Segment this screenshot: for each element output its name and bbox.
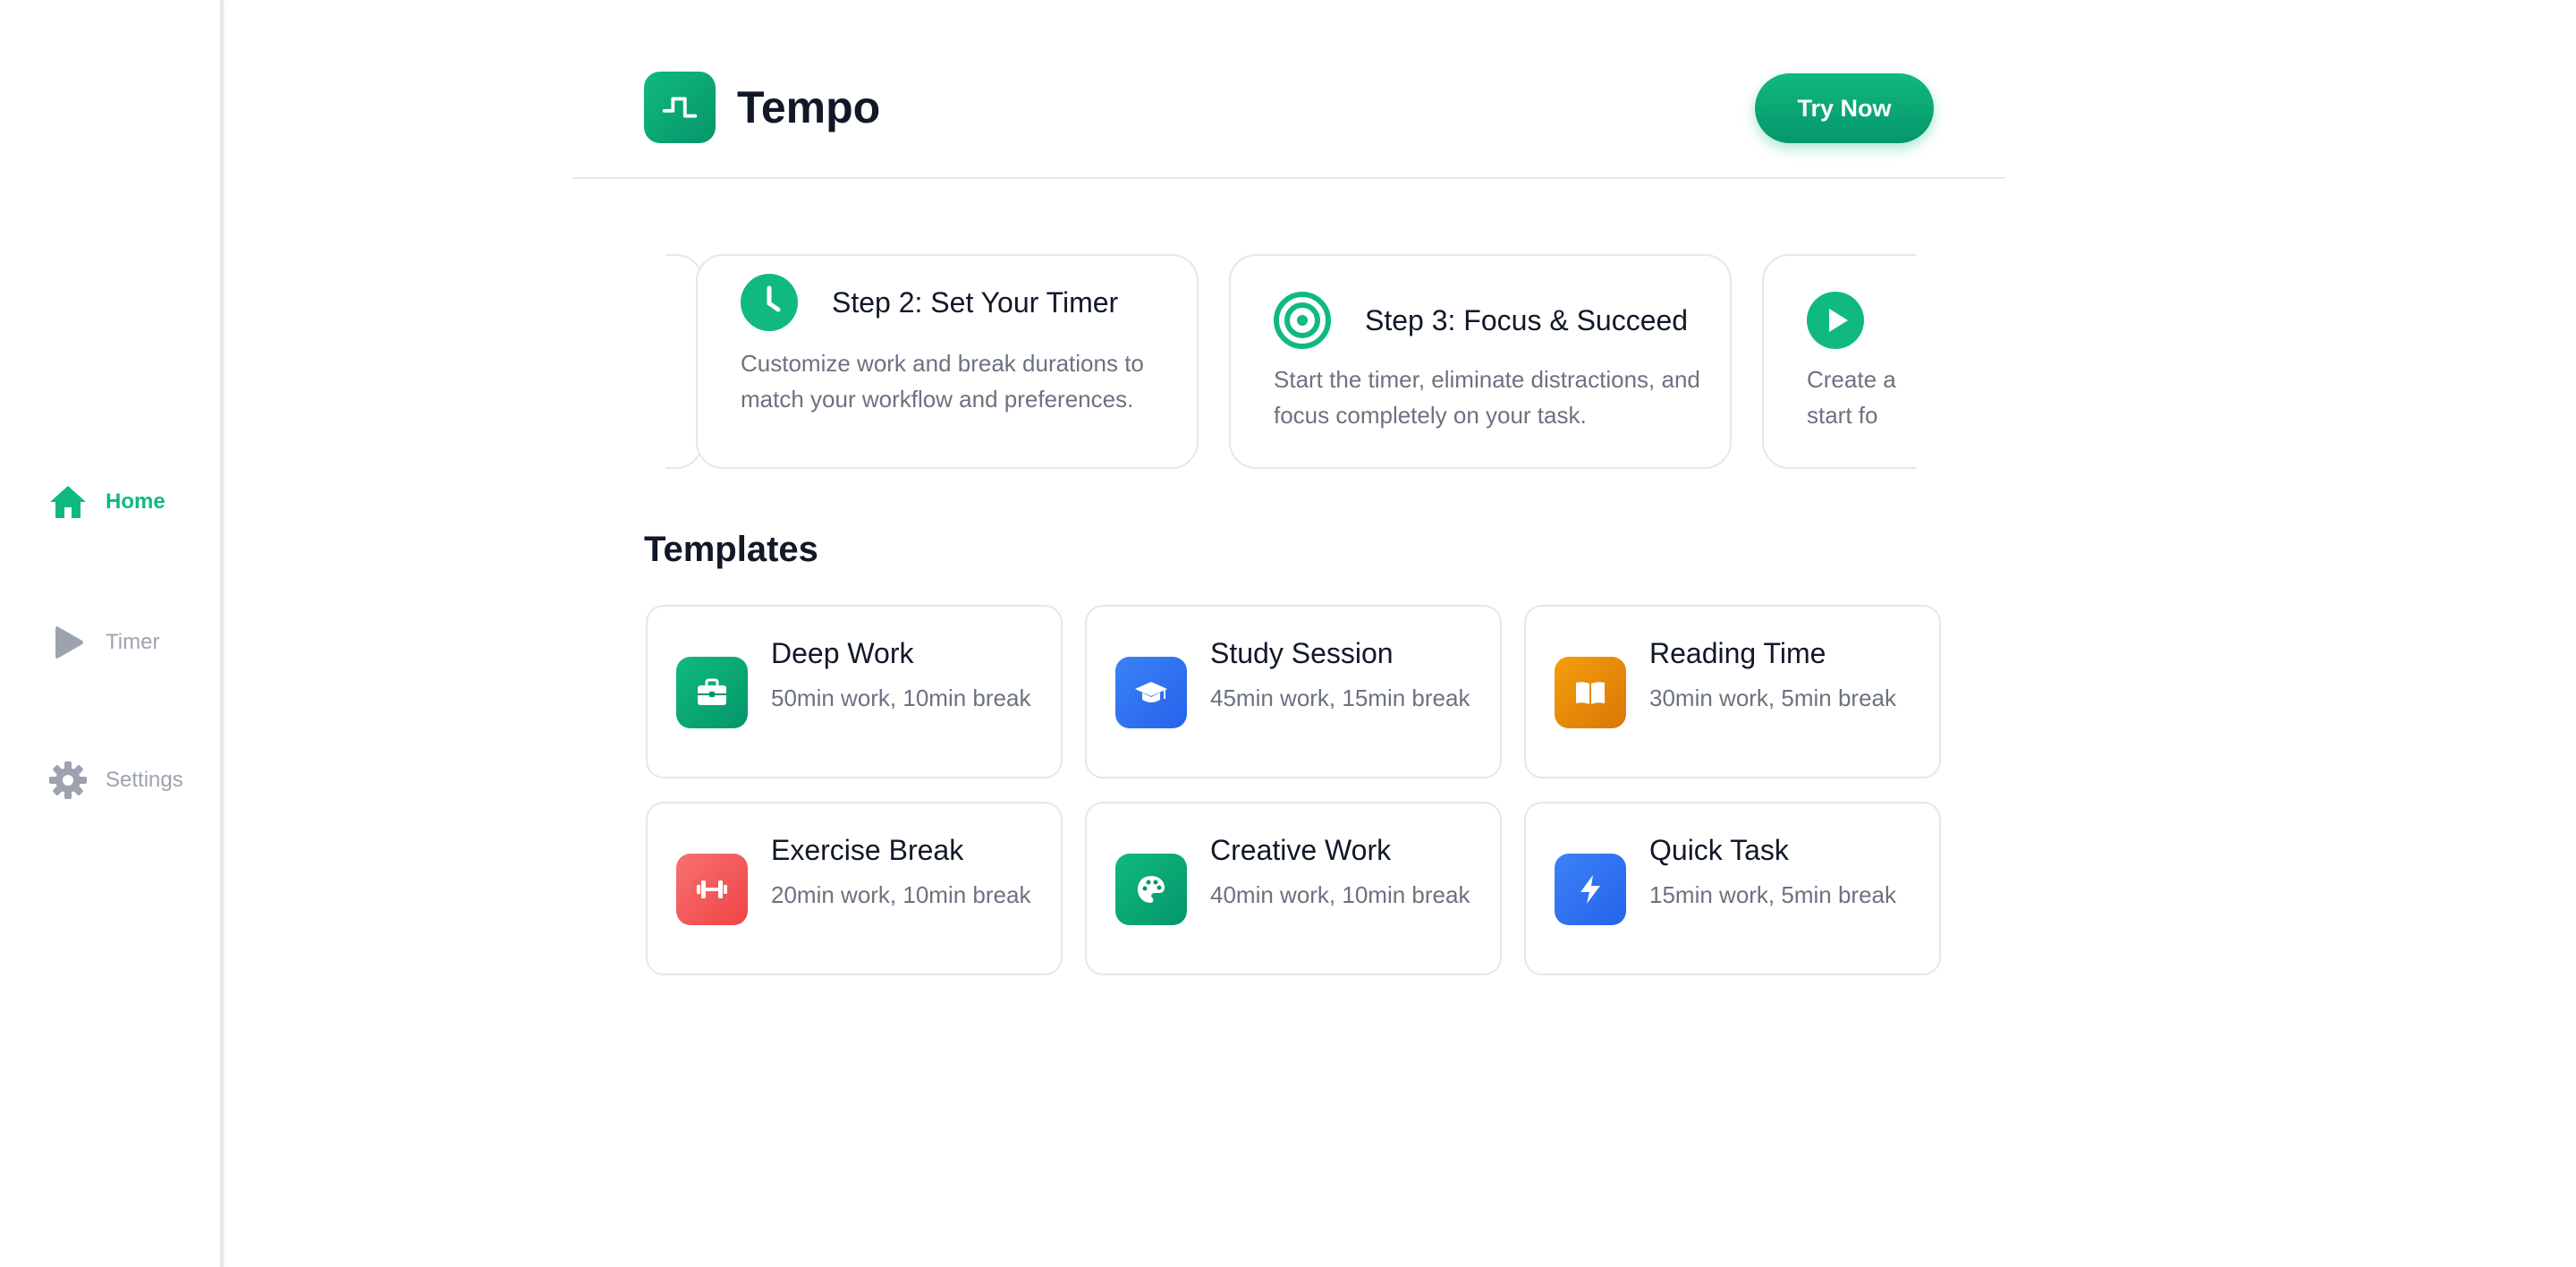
template-card-creative-work[interactable]: Creative Work 40min work, 10min break xyxy=(1085,802,1502,975)
sidebar-item-label: Timer xyxy=(106,630,160,654)
template-desc: 45min work, 15min break xyxy=(1210,685,1470,711)
step-card: Step 3: Focus & Succeed Start the timer,… xyxy=(1229,254,1732,469)
sidebar: Home Timer Settings xyxy=(0,0,224,1267)
sidebar-item-timer[interactable]: Timer xyxy=(47,621,159,664)
play-icon xyxy=(55,626,83,659)
template-name: Creative Work xyxy=(1210,834,1392,866)
template-card-study-session[interactable]: Study Session 45min work, 15min break xyxy=(1085,605,1502,778)
step-text: Customize work and break durations to ma… xyxy=(741,350,1144,412)
template-name: Exercise Break xyxy=(771,834,964,866)
header: Tempo Try Now xyxy=(572,0,2005,179)
step-title: Step 3: Focus & Succeed xyxy=(1365,304,1689,336)
template-name: Quick Task xyxy=(1649,834,1789,866)
step-text: start fo xyxy=(1807,402,1878,429)
step-card: Step 2: Set Your Timer Customize work an… xyxy=(696,254,1199,469)
templates-heading: Templates xyxy=(644,530,818,569)
briefcase-icon xyxy=(676,657,748,728)
target-icon xyxy=(1274,292,1331,349)
step-title: Step 2: Set Your Timer xyxy=(832,286,1119,319)
sidebar-item-label: Settings xyxy=(106,768,183,792)
template-desc: 50min work, 10min break xyxy=(771,685,1031,711)
template-desc: 30min work, 5min break xyxy=(1649,685,1896,711)
template-desc: 15min work, 5min break xyxy=(1649,881,1896,908)
template-name: Study Session xyxy=(1210,637,1394,669)
app-root: Home Timer Settings Tempo Try Now Step 2… xyxy=(0,0,2576,1267)
sidebar-item-settings[interactable]: Settings xyxy=(47,759,183,802)
template-desc: 20min work, 10min break xyxy=(771,881,1031,908)
brand-name: Tempo xyxy=(737,82,881,132)
play-circle-icon xyxy=(1807,292,1864,349)
step-card: Create a start fo xyxy=(1762,254,1916,469)
book-icon xyxy=(1555,657,1626,728)
graduation-cap-icon xyxy=(1115,657,1187,728)
sidebar-item-home[interactable]: Home xyxy=(47,480,165,523)
brand[interactable]: Tempo xyxy=(644,72,880,143)
template-card-deep-work[interactable]: Deep Work 50min work, 10min break xyxy=(646,605,1063,778)
template-card-exercise-break[interactable]: Exercise Break 20min work, 10min break xyxy=(646,802,1063,975)
template-name: Reading Time xyxy=(1649,637,1826,669)
pulse-icon xyxy=(644,72,716,143)
bolt-icon xyxy=(1555,854,1626,925)
palette-icon xyxy=(1115,854,1187,925)
step-text: Start the timer, eliminate distractions,… xyxy=(1274,366,1700,429)
dumbbell-icon xyxy=(676,854,748,925)
gear-icon xyxy=(49,761,87,799)
template-desc: 40min work, 10min break xyxy=(1210,881,1470,908)
sidebar-item-label: Home xyxy=(106,489,165,514)
try-now-button[interactable]: Try Now xyxy=(1755,73,1934,143)
steps-carousel[interactable]: sk e Step 2: Set Your Timer Customize wo… xyxy=(665,251,1916,472)
home-icon xyxy=(50,486,86,518)
template-card-quick-task[interactable]: Quick Task 15min work, 5min break xyxy=(1524,802,1941,975)
clock-icon xyxy=(741,274,798,331)
step-text: Create a xyxy=(1807,366,1896,393)
template-name: Deep Work xyxy=(771,637,914,669)
template-card-reading-time[interactable]: Reading Time 30min work, 5min break xyxy=(1524,605,1941,778)
